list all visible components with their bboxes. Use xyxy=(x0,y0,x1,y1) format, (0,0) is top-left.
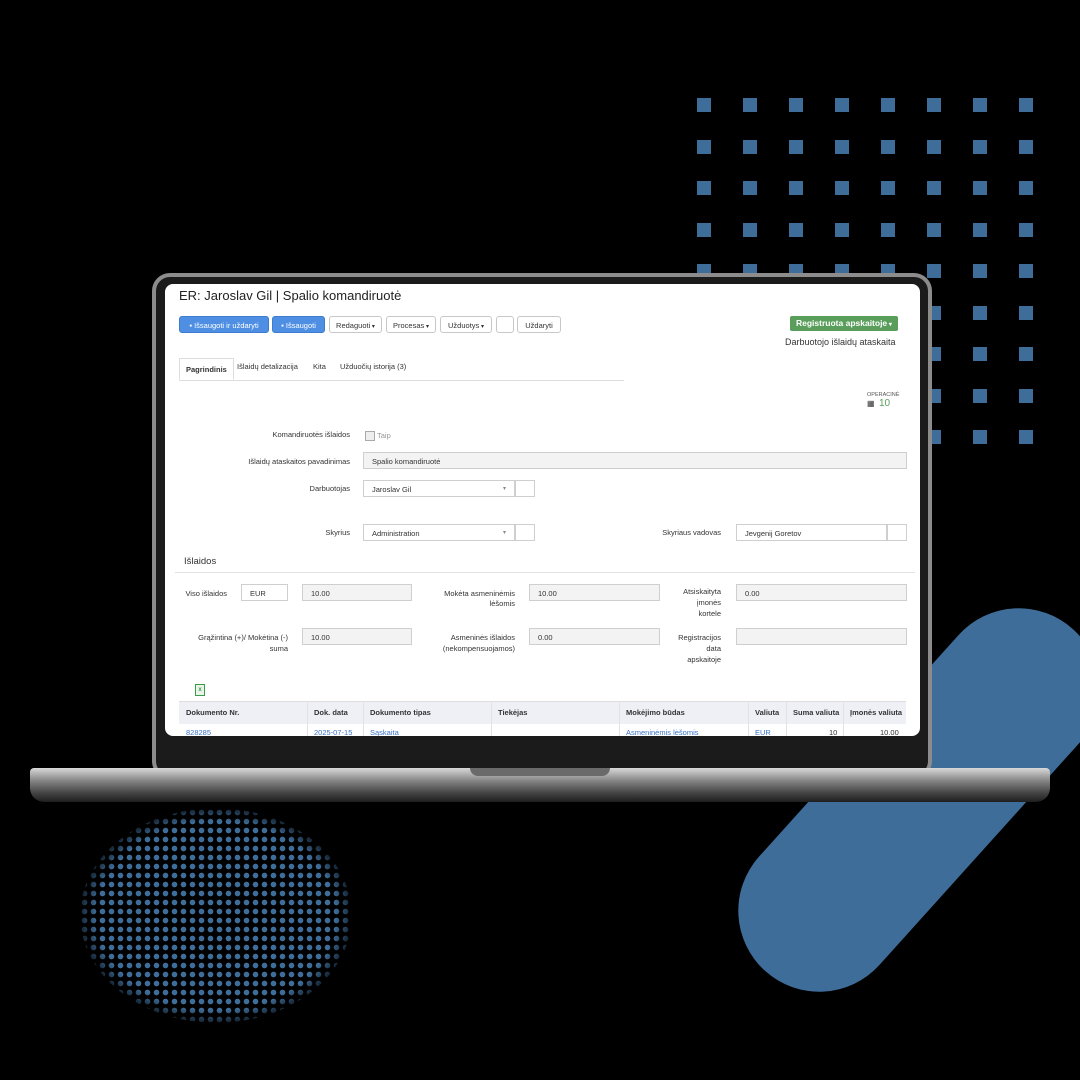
chevron-down-icon: ▾ xyxy=(502,486,506,492)
decorative-halftone-circle xyxy=(80,808,352,1023)
column-header[interactable]: Dokumento Nr. xyxy=(186,708,239,717)
tabs-divider xyxy=(179,380,624,381)
payment-method[interactable]: Asmeninėmis lėšomis xyxy=(626,728,699,736)
employee-label: Darbuotojas xyxy=(309,484,350,493)
department-head-field[interactable]: Jevgenij Goretov xyxy=(736,524,887,541)
expenses-divider xyxy=(175,572,915,573)
reg-date-label-1: Registracijos xyxy=(678,633,721,642)
department-head-label: Skyriaus vadovas xyxy=(662,528,721,537)
doc-number-link[interactable]: 828285 xyxy=(186,728,211,736)
tab-expense-details[interactable]: Išlaidų detalizacija xyxy=(237,362,298,371)
reg-date-label-3: apskaitoje xyxy=(687,655,721,664)
expenses-section-title: Išlaidos xyxy=(184,556,217,567)
amount: 10 xyxy=(829,728,838,736)
tasks-dropdown[interactable]: Užduotys xyxy=(440,316,492,333)
refund-field[interactable]: 10.00 xyxy=(302,628,412,645)
close-button[interactable]: Uždaryti xyxy=(517,316,561,333)
column-header[interactable]: Mokėjimo būdas xyxy=(626,708,685,717)
column-header[interactable]: Įmonės valiuta xyxy=(850,708,902,717)
department-label: Skyrius xyxy=(325,528,350,537)
column-header[interactable]: Tiekėjas xyxy=(498,708,527,717)
department-head-action-button[interactable] xyxy=(887,524,907,541)
employee-select[interactable]: Jaroslav Gil ▾ xyxy=(363,480,515,497)
currency-field[interactable]: EUR xyxy=(241,584,288,601)
app-screen: ER: Jaroslav Gil | Spalio komandiruotė ▪… xyxy=(165,284,920,736)
document-type: Darbuotojo išlaidų ataskaita xyxy=(785,337,896,347)
column-header[interactable]: Valiuta xyxy=(755,708,779,717)
reg-date-label-2: data xyxy=(706,644,721,653)
paid-personal-label-1: Mokėta asmeninėmis xyxy=(444,589,515,598)
trip-expenses-checkbox[interactable] xyxy=(365,431,375,441)
company-card-label-1: Atsiskaityta xyxy=(683,587,721,596)
department-action-button[interactable] xyxy=(515,524,535,541)
column-divider xyxy=(619,701,620,736)
currency: EUR xyxy=(755,728,771,736)
chevron-down-icon: ▾ xyxy=(502,530,506,536)
save-and-close-button[interactable]: ▪ Išsaugoti ir uždaryti xyxy=(179,316,269,333)
report-name-field[interactable]: Spalio komandiruotė xyxy=(363,452,907,469)
paid-personal-field[interactable]: 10.00 xyxy=(529,584,660,601)
status-badge[interactable]: Registruota apskaitoje xyxy=(790,316,898,331)
excel-icon[interactable]: x xyxy=(195,684,205,696)
table-header: Dokumento Nr. Dok. data Dokumento tipas … xyxy=(179,701,906,724)
company-card-label-3: kortele xyxy=(698,609,721,618)
tab-pagrindinis[interactable]: Pagrindinis xyxy=(179,358,234,380)
report-name-label: Išlaidų ataskaitos pavadinimas xyxy=(248,457,350,466)
refund-label-1: Grąžintina (+)/ Mokėtina (-) xyxy=(198,633,288,642)
company-amount: 10.00 xyxy=(880,728,899,736)
department-select[interactable]: Administration ▾ xyxy=(363,524,515,541)
column-header[interactable]: Dokumento tipas xyxy=(370,708,431,717)
column-divider xyxy=(307,701,308,736)
page-title: ER: Jaroslav Gil | Spalio komandiruotė xyxy=(179,288,402,303)
column-divider xyxy=(748,701,749,736)
laptop-notch xyxy=(470,768,610,776)
total-expenses-field[interactable]: 10.00 xyxy=(302,584,412,601)
process-dropdown[interactable]: Procesas xyxy=(386,316,436,333)
personal-expenses-label-1: Asmeninės išlaidos xyxy=(450,633,515,642)
employee-action-button[interactable] xyxy=(515,480,535,497)
counter-value: 10 xyxy=(879,398,891,409)
edit-dropdown[interactable]: Redaguoti xyxy=(329,316,382,333)
personal-expenses-field[interactable]: 0.00 xyxy=(529,628,660,645)
tab-task-history[interactable]: Užduočių istorija (3) xyxy=(340,362,406,371)
department-value: Administration xyxy=(372,529,420,538)
column-divider xyxy=(786,701,787,736)
save-button[interactable]: ▪ Išsaugoti xyxy=(272,316,325,333)
calculator-icon: ▦ xyxy=(867,399,875,408)
company-card-field[interactable]: 0.00 xyxy=(736,584,907,601)
doc-date: 2025-07-15 xyxy=(314,728,353,736)
trip-expenses-label: Komandiruotės išlaidos xyxy=(272,430,350,439)
reg-date-field[interactable] xyxy=(736,628,907,645)
column-divider xyxy=(843,701,844,736)
column-header[interactable]: Dok. data xyxy=(314,708,348,717)
column-header[interactable]: Suma valiuta xyxy=(793,708,839,717)
company-card-label-2: įmonės xyxy=(696,598,721,607)
personal-expenses-label-2: (nekompensuojamos) xyxy=(442,644,515,653)
doc-type[interactable]: Sąskaita xyxy=(370,728,399,736)
total-expenses-label: Viso išlaidos xyxy=(185,589,227,598)
blank-button[interactable] xyxy=(496,316,514,333)
paid-personal-label-2: lėšomis xyxy=(489,599,515,608)
tab-other[interactable]: Kita xyxy=(313,362,326,371)
employee-value: Jaroslav Gil xyxy=(372,485,412,494)
refund-label-2: suma xyxy=(269,644,288,653)
column-divider xyxy=(363,701,364,736)
trip-expenses-check-label: Taip xyxy=(377,431,391,440)
column-divider xyxy=(491,701,492,736)
